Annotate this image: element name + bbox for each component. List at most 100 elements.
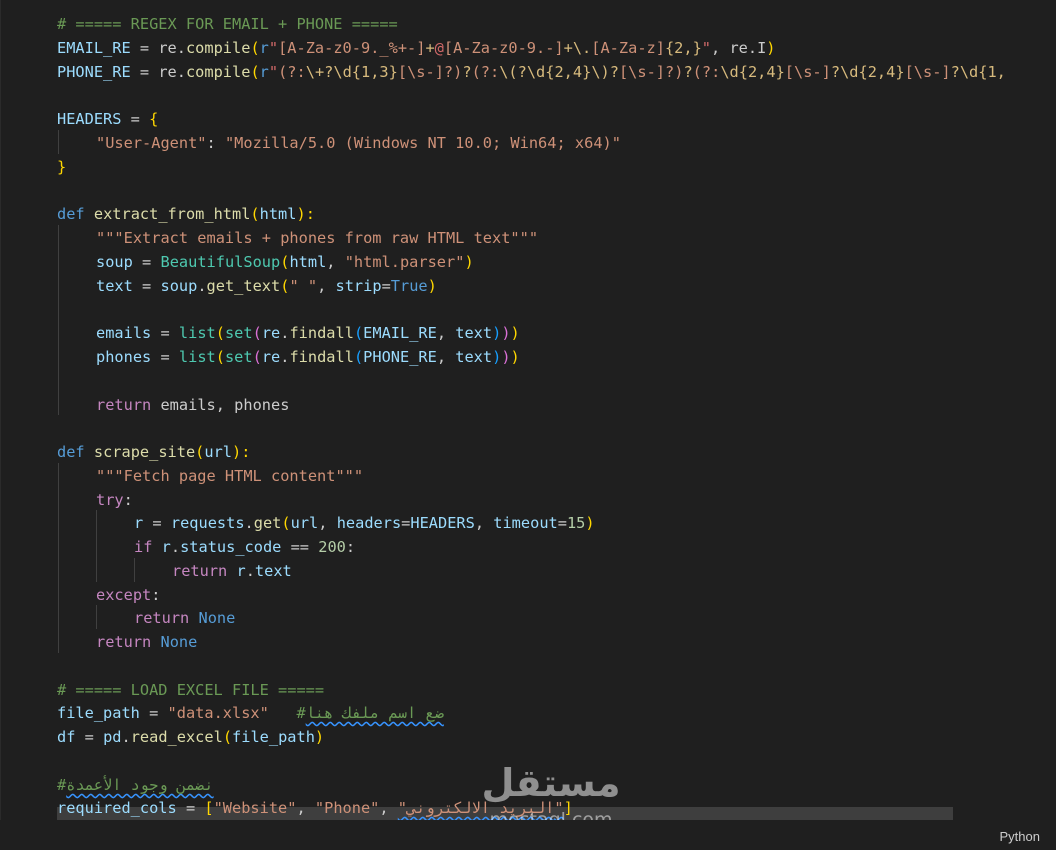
code-line: df = pd.read_excel(file_path) xyxy=(57,725,324,749)
regex-quantifier: ? xyxy=(830,63,841,81)
paren: ( xyxy=(222,728,233,746)
code-line: #نضمن وجود الأعمدة xyxy=(57,773,214,797)
variable: text xyxy=(96,277,133,295)
token: re xyxy=(729,39,748,57)
code-line: except: xyxy=(96,583,160,607)
token: = xyxy=(75,728,104,746)
variable: file_path xyxy=(57,704,140,722)
string: "User-Agent" xyxy=(96,134,207,152)
function-name: compile xyxy=(185,39,251,57)
variable: file_path xyxy=(232,728,315,746)
variable: HEADERS xyxy=(57,110,122,128)
regex-class: [\s-] xyxy=(784,63,831,81)
variable: text xyxy=(455,348,493,366)
variable: r xyxy=(134,514,144,532)
token: , xyxy=(318,514,337,532)
token: = xyxy=(121,110,150,128)
regex-group: (?: xyxy=(471,63,500,81)
code-editor[interactable]: # ===== REGEX FOR EMAIL + PHONE ===== EM… xyxy=(0,0,1056,820)
regex-quantifier: ? xyxy=(609,63,619,81)
token: : xyxy=(151,586,161,604)
keyword: except xyxy=(96,586,152,604)
code-line: # ===== REGEX FOR EMAIL + PHONE ===== xyxy=(57,12,398,36)
variable: required_cols xyxy=(57,799,177,817)
code-line: return emails, phones xyxy=(96,393,289,417)
code-line: """Fetch page HTML content""" xyxy=(96,464,363,488)
function-name: compile xyxy=(185,63,251,81)
paren: ( xyxy=(353,348,364,366)
regex-quantifier: ? xyxy=(324,63,334,81)
builtin: set xyxy=(224,324,253,342)
variable: text xyxy=(254,562,292,580)
variable: html xyxy=(289,253,327,271)
paren: ( xyxy=(252,348,262,366)
regex-literal: @ xyxy=(434,39,444,57)
token: = xyxy=(132,253,161,271)
variable: PHONE_RE xyxy=(57,63,131,81)
paren: ) xyxy=(314,728,325,746)
keyword: return xyxy=(96,396,152,414)
token: . xyxy=(176,39,186,57)
regex-quantifier: {2,4} xyxy=(738,63,785,81)
variable: EMAIL_RE xyxy=(363,324,437,342)
token: = xyxy=(176,799,205,817)
code-line: EMAIL_RE = re.compile(r"[A-Za-z0-9._%+-]… xyxy=(57,36,776,60)
variable: r xyxy=(161,538,171,556)
paren: ( xyxy=(215,324,225,342)
regex-quantifier: ? xyxy=(950,63,960,81)
parameter: url xyxy=(204,443,233,461)
keyword: try xyxy=(96,491,124,509)
regex-escape: \d xyxy=(333,63,352,81)
code-line: return None xyxy=(96,630,197,654)
paren: ) xyxy=(427,277,437,295)
code-line: text = soup.get_text(" ", strip=True) xyxy=(96,274,437,298)
token: , xyxy=(296,799,315,817)
variable: r xyxy=(236,562,246,580)
bracket: [ xyxy=(204,799,214,817)
token: : xyxy=(123,491,133,509)
number: 15 xyxy=(566,514,586,532)
regex-quantifier: ? xyxy=(517,63,527,81)
token: , xyxy=(317,277,336,295)
token: = xyxy=(132,277,161,295)
variable: url xyxy=(290,514,319,532)
paren: ( xyxy=(281,514,291,532)
paren: ) xyxy=(501,324,511,342)
code-line: emails = list(set(re.findall(EMAIL_RE, t… xyxy=(96,321,520,345)
paren: ( xyxy=(250,205,260,223)
regex-escape: \) xyxy=(591,63,610,81)
function-name: get xyxy=(253,514,282,532)
indent-guide xyxy=(96,510,97,582)
variable: PHONE_RE xyxy=(363,348,437,366)
code-line: file_path = "data.xlsx" #ضع اسم ملفك هنا xyxy=(57,701,444,725)
paren: ( xyxy=(252,324,262,342)
language-mode-status[interactable]: Python xyxy=(1000,829,1040,844)
token: , xyxy=(474,514,494,532)
variable: HEADERS xyxy=(410,514,475,532)
code-line: return None xyxy=(134,606,235,630)
code-line: soup = BeautifulSoup(html, "html.parser"… xyxy=(96,250,474,274)
token: , xyxy=(436,348,456,366)
token: = xyxy=(143,514,171,532)
code-line: phones = list(set(re.findall(PHONE_RE, t… xyxy=(96,345,520,369)
comment: # ===== REGEX FOR EMAIL + PHONE ===== xyxy=(57,15,398,33)
regex-quantifier: {1, xyxy=(978,63,1006,81)
watermark-brand: مستقل xyxy=(482,761,621,805)
token: . xyxy=(747,39,758,57)
regex-class: [A-Za-z0-9.-] xyxy=(443,39,564,57)
string: "html.parser" xyxy=(344,253,465,271)
indent-guide xyxy=(96,605,97,629)
function-name: extract_from_html xyxy=(93,205,251,223)
token: = xyxy=(381,277,391,295)
keyword: def xyxy=(57,205,85,223)
parameter: timeout xyxy=(493,514,558,532)
string: "data.xlsx" xyxy=(167,704,269,722)
token: == xyxy=(281,538,319,556)
token: , xyxy=(326,253,345,271)
parameter: headers xyxy=(336,514,402,532)
token: : xyxy=(206,134,225,152)
regex-escape: \( xyxy=(499,63,518,81)
number: 200 xyxy=(318,538,346,556)
